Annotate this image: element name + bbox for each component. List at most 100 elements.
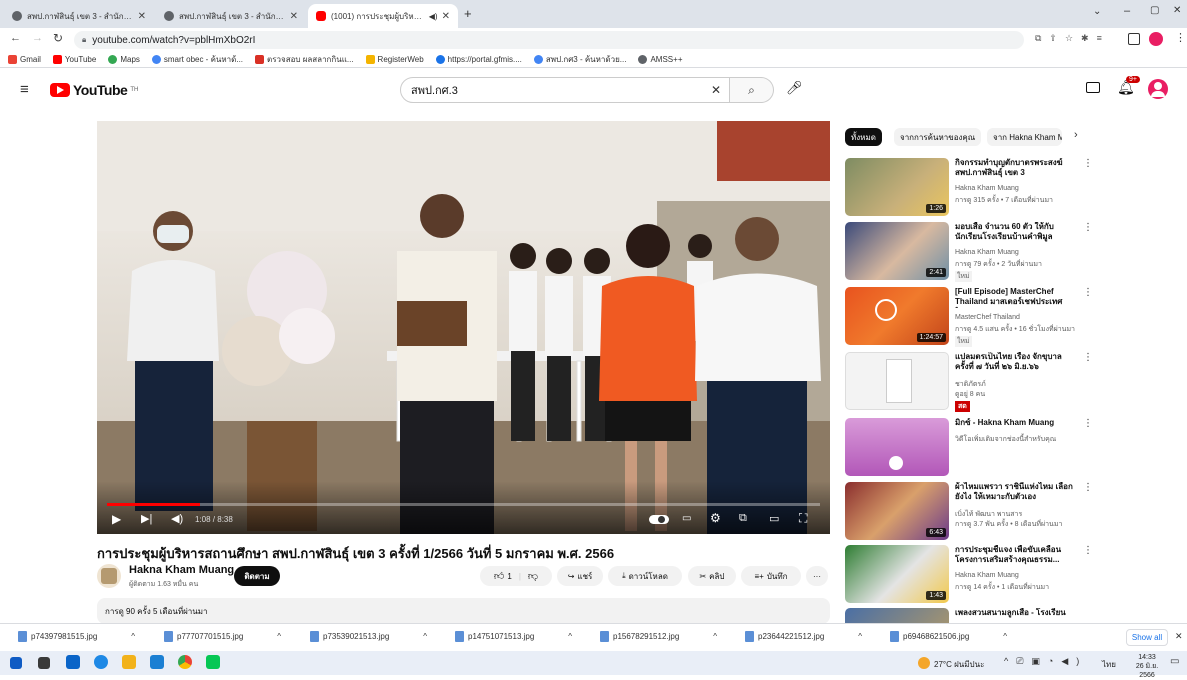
chip-all[interactable]: ทั้งหมด (845, 128, 882, 146)
miniplayer-icon[interactable]: ⧉ (739, 512, 747, 525)
bookmark-youtube[interactable]: YouTube (52, 55, 96, 64)
share-button[interactable]: ↪ แชร์ (557, 566, 603, 586)
bookmark-gfmis[interactable]: https://portal.gfmis.... (435, 55, 522, 64)
youtube-logo[interactable]: YouTube TH (50, 82, 138, 98)
task-view-icon[interactable] (38, 657, 50, 669)
chip-from-channel[interactable]: จาก Hakna Kham Muang (987, 128, 1062, 146)
browser-action-icons[interactable]: ⧉⇪☆✱≡ (1035, 33, 1110, 44)
bookmark-spp[interactable]: สพป.กศ3 - ค้นหาด้วย... (533, 53, 626, 66)
download-item[interactable]: p69468621506.jpg ^ (890, 631, 1007, 642)
recommended-video[interactable]: 2:41 มอบเสื้อ จำนวน 60 ตัว ให้กับนักเรีย… (845, 222, 1093, 284)
forward-icon[interactable]: → (32, 32, 43, 44)
save-button[interactable]: ≡+ บันทึก (741, 566, 801, 586)
close-icon[interactable]: ✕ (134, 11, 146, 22)
recommended-video[interactable]: แปลมตรเป็นไทย เรื่อง จักขุบาล ครั้งที่ ๗… (845, 352, 1093, 414)
close-shelf-icon[interactable]: ✕ (1175, 631, 1183, 642)
video-player[interactable]: ▶ ▶| ◀) 1:08 / 8:38 ▭ ⚙ ⧉ ▭ ⛶ (97, 121, 830, 534)
dislike-icon[interactable]: 👎︎ (528, 570, 538, 582)
close-icon[interactable]: ✕ (286, 11, 298, 22)
subtitles-icon[interactable]: ▭ (682, 513, 691, 524)
create-video-icon[interactable] (1086, 82, 1100, 93)
menu-icon[interactable]: ⋮ (1175, 31, 1186, 44)
account-avatar[interactable] (1148, 79, 1168, 99)
download-item[interactable]: p14751071513.jpg ^ (455, 631, 572, 642)
progress-bar[interactable] (107, 503, 820, 506)
hamburger-menu-icon[interactable]: ≡ (20, 81, 29, 98)
more-options-icon[interactable]: ⋮ (1083, 545, 1093, 556)
download-item[interactable]: p23644221512.jpg ^ (745, 631, 862, 642)
bookmark-amss[interactable]: AMSS++ (638, 55, 682, 64)
channel-name[interactable]: Hakna Kham Muang (129, 564, 234, 576)
more-options-icon[interactable]: ⋮ (1083, 287, 1093, 298)
theater-mode-icon[interactable]: ▭ (769, 512, 779, 525)
download-item[interactable]: p73539021513.jpg ^ (310, 631, 427, 642)
file-explorer-icon[interactable] (122, 655, 136, 669)
edge-icon[interactable] (94, 655, 108, 669)
search-button[interactable]: ⌕ (730, 77, 774, 103)
close-window-icon[interactable]: ✕ (1173, 5, 1181, 16)
weather-text[interactable]: 27°C ฝนมีปนะ (934, 658, 984, 671)
fullscreen-icon[interactable]: ⛶ (799, 511, 807, 526)
chevron-up-icon[interactable]: ^ (568, 632, 572, 641)
input-language[interactable]: ไทย (1102, 658, 1116, 671)
system-tray-icons[interactable]: ^⎚▣◔◀) (1004, 656, 1087, 667)
like-count[interactable]: 1 (507, 572, 511, 581)
description-box[interactable]: การดู 90 ครั้ง 5 เดือนที่ผ่านมา (97, 598, 830, 624)
more-options-icon[interactable]: ⋮ (1083, 352, 1093, 363)
more-actions-button[interactable]: ··· (806, 566, 828, 586)
new-tab-button[interactable]: + (464, 6, 472, 21)
more-options-icon[interactable]: ⋮ (1083, 222, 1093, 233)
volume-icon[interactable]: ◀) (171, 512, 183, 525)
reload-icon[interactable]: ↻ (53, 31, 63, 45)
chip-from-search[interactable]: จากการค้นหาของคุณ (894, 128, 982, 146)
play-icon[interactable]: ▶ (112, 512, 121, 526)
like-icon[interactable]: 👍︎ (494, 570, 504, 582)
maximize-icon[interactable]: ▢ (1150, 5, 1159, 16)
recommended-video[interactable]: มิกซ์ - Hakna Kham Muang วิดีโอเพิ่มเติม… (845, 418, 1093, 480)
recommended-video[interactable]: 1:24:57 [Full Episode] MasterChef Thaila… (845, 287, 1093, 349)
chevron-up-icon[interactable]: ^ (423, 632, 427, 641)
search-input[interactable]: สพป.กศ.3 ✕ (400, 77, 730, 103)
chevron-up-icon[interactable]: ^ (277, 632, 281, 641)
browser-tab-active[interactable]: (1001) การประชุมผู้บริหารสถานศึ... ◀) ✕ (308, 4, 458, 28)
address-bar[interactable]: 🔒︎ youtube.com/watch?v=pblHmXbO2rI (74, 31, 1024, 49)
chevron-up-icon[interactable]: ^ (858, 632, 862, 641)
more-options-icon[interactable]: ⋮ (1083, 482, 1093, 493)
profile-avatar[interactable] (1149, 32, 1163, 46)
line-app-icon[interactable] (206, 655, 220, 669)
chevron-up-icon[interactable]: ^ (713, 632, 717, 641)
back-icon[interactable]: ← (10, 32, 21, 44)
close-icon[interactable]: ✕ (438, 11, 450, 22)
chevron-right-icon[interactable]: › (1074, 129, 1078, 141)
chevron-up-icon[interactable]: ^ (1003, 632, 1007, 641)
notification-center-icon[interactable]: ▭ (1170, 656, 1179, 667)
browser-tab[interactable]: สพป.กาฬสินธุ์ เขต 3 - สำนักงานเขตพื้... … (4, 4, 154, 28)
recommended-video[interactable]: เพลงสวนสนามลูกเสือ - โรงเรียน ⋮ (845, 608, 1085, 623)
bookmark-gmail[interactable]: Gmail (8, 55, 41, 64)
download-button[interactable]: ⤓ ดาวน์โหลด (608, 566, 682, 586)
store-icon[interactable] (150, 655, 164, 669)
more-options-icon[interactable]: ⋮ (1083, 608, 1085, 619)
more-options-icon[interactable]: ⋮ (1083, 158, 1093, 169)
clock[interactable]: 14:33 26 มิ.ย. 2566 (1130, 653, 1164, 680)
bookmark-registerweb[interactable]: RegisterWeb (365, 55, 424, 64)
clip-button[interactable]: ✂ คลิป (688, 566, 736, 586)
bookmark-lottery[interactable]: ตรวจสอบ ผลสลากกินแ... (255, 53, 354, 66)
recommended-video[interactable]: 1:43 การประชุมชี้แจง เพื่อขับเคลื่อนโครง… (845, 545, 1093, 607)
browser-tab[interactable]: สพป.กาฬสินธุ์ เขต 3 - สำนักงานเขตพื้... … (156, 4, 306, 28)
minimize-icon[interactable]: – (1124, 5, 1130, 17)
recommended-video[interactable]: 1:26 กิจกรรมทำบุญตักบาตรพระสงฆ์ สพป.กาฬส… (845, 158, 1093, 220)
mic-icon[interactable]: 🎤︎ (786, 80, 803, 96)
recommended-video[interactable]: 6:43 ผ้าไหมแพรวา ราชินีแห่งไหม เลือกยังไ… (845, 482, 1093, 544)
bookmark-smart-obec[interactable]: smart obec - ค้นหาด้... (151, 53, 243, 66)
subscribe-button[interactable]: ติดตาม (234, 566, 280, 586)
chrome-icon[interactable] (178, 655, 192, 669)
sidepanel-icon[interactable] (1128, 33, 1140, 45)
autoplay-toggle[interactable] (649, 515, 669, 524)
windows-start-icon[interactable] (10, 657, 22, 669)
bookmark-maps[interactable]: Maps (108, 55, 140, 64)
download-item[interactable]: p15678291512.jpg ^ (600, 631, 717, 642)
tab-search-icon[interactable]: ⌄ (1093, 6, 1101, 17)
more-options-icon[interactable]: ⋮ (1083, 418, 1093, 429)
mail-app-icon[interactable] (66, 655, 80, 669)
